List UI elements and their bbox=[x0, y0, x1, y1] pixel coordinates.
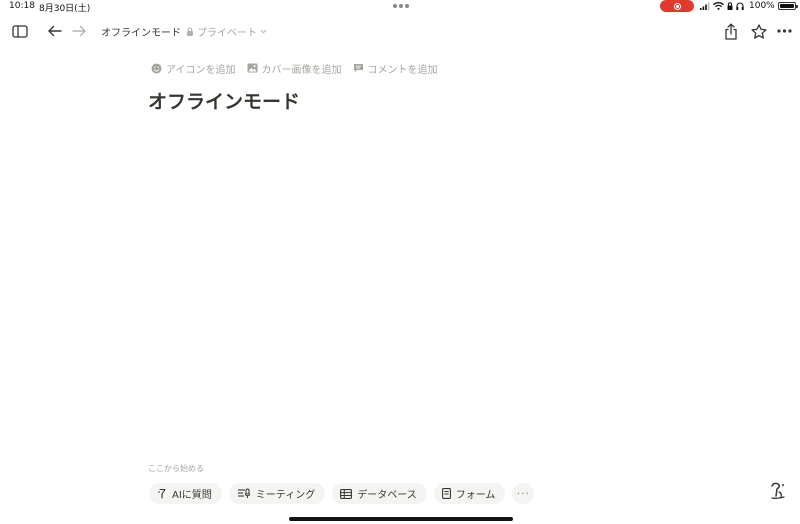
quick-start-actions: AIに質問 ミーティング データベース フォーム ··· bbox=[149, 483, 535, 504]
top-toolbar: オフラインモード プライベート bbox=[0, 18, 800, 44]
back-arrow-icon[interactable] bbox=[45, 18, 63, 44]
form-label: フォーム bbox=[455, 490, 496, 501]
ask-ai-button[interactable]: AIに質問 bbox=[149, 483, 222, 504]
form-button[interactable]: フォーム bbox=[433, 483, 506, 504]
status-date: 8月30日(土) bbox=[39, 4, 91, 14]
database-label: データベース bbox=[357, 490, 417, 501]
battery-percent: 100% bbox=[749, 1, 775, 11]
image-icon bbox=[247, 63, 257, 73]
add-cover-label: カバー画像を追加 bbox=[261, 64, 342, 76]
forward-arrow-icon[interactable] bbox=[70, 18, 88, 44]
share-icon[interactable] bbox=[722, 18, 740, 44]
multitasking-dots-icon[interactable] bbox=[393, 4, 409, 8]
table-icon bbox=[340, 488, 353, 499]
privacy-selector[interactable]: プライベート bbox=[186, 24, 267, 39]
star-icon[interactable] bbox=[750, 18, 768, 44]
ai-icon bbox=[158, 488, 166, 499]
lock-rotation-icon bbox=[727, 2, 733, 10]
home-indicator[interactable] bbox=[289, 517, 513, 521]
sidebar-toggle-icon[interactable] bbox=[10, 18, 30, 44]
notion-ai-helper-icon[interactable] bbox=[768, 480, 788, 502]
wifi-icon bbox=[713, 2, 724, 10]
status-time: 10:18 bbox=[9, 1, 35, 11]
status-bar: 10:18 8月30日(土) 100% bbox=[0, 0, 800, 14]
add-comment-label: コメントを追加 bbox=[367, 64, 438, 76]
chevron-down-icon bbox=[260, 29, 267, 34]
meeting-icon bbox=[237, 488, 251, 498]
form-icon bbox=[441, 488, 451, 499]
add-cover-button[interactable]: カバー画像を追加 bbox=[247, 61, 342, 76]
more-icon[interactable] bbox=[776, 18, 792, 44]
screen-recording-indicator[interactable] bbox=[660, 0, 694, 12]
emoji-icon bbox=[151, 63, 162, 73]
lock-icon bbox=[187, 27, 193, 36]
database-button[interactable]: データベース bbox=[332, 483, 427, 504]
battery-icon bbox=[777, 2, 798, 10]
status-indicators: 100% bbox=[700, 1, 798, 11]
privacy-label: プライベート bbox=[197, 28, 257, 39]
start-here-label: ここから始める bbox=[148, 464, 204, 473]
more-options-button[interactable]: ··· bbox=[512, 483, 535, 504]
page-header-actions: アイコンを追加 カバー画像を追加 コメントを追加 bbox=[151, 61, 438, 76]
signal-icon bbox=[700, 2, 710, 10]
breadcrumb-title[interactable]: オフラインモード bbox=[101, 24, 181, 39]
meeting-label: ミーティング bbox=[255, 490, 316, 501]
add-comment-button[interactable]: コメントを追加 bbox=[353, 61, 438, 76]
add-icon-button[interactable]: アイコンを追加 bbox=[151, 61, 236, 76]
comment-icon bbox=[353, 64, 363, 73]
meeting-button[interactable]: ミーティング bbox=[228, 483, 326, 504]
page-title[interactable]: オフラインモード bbox=[148, 87, 300, 114]
ask-ai-label: AIに質問 bbox=[172, 490, 212, 501]
add-icon-label: アイコンを追加 bbox=[166, 64, 236, 76]
headphones-icon bbox=[736, 2, 744, 10]
